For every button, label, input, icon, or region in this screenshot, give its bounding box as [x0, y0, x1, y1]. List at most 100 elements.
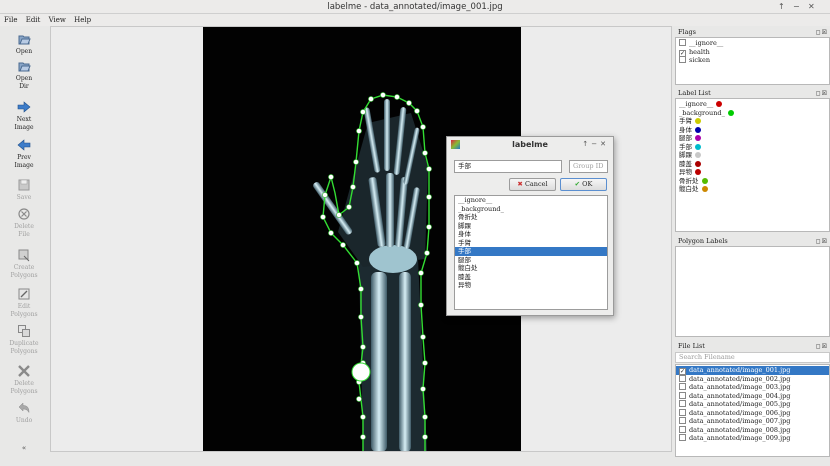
- menu-file[interactable]: File: [4, 14, 17, 26]
- checkbox-icon[interactable]: [679, 400, 686, 407]
- file-list-item[interactable]: data_annotated/image_006.jpg: [676, 408, 829, 418]
- checkbox-icon[interactable]: [679, 408, 686, 416]
- file-list-item[interactable]: data_annotated/image_005.jpg: [676, 400, 829, 409]
- flag-item[interactable]: __ignore__: [676, 39, 829, 48]
- dialog-list-item[interactable]: 异物: [455, 281, 607, 290]
- next-image-button[interactable]: Next Image: [0, 100, 48, 131]
- file-list-item[interactable]: data_annotated/image_004.jpg: [676, 391, 829, 401]
- label-list-item[interactable]: 手部: [676, 143, 829, 152]
- group-id-input[interactable]: Group ID: [569, 160, 608, 173]
- file-list-item[interactable]: data_annotated/image_002.jpg: [676, 374, 829, 384]
- file-list-item[interactable]: data_annotated/image_008.jpg: [676, 425, 829, 435]
- undo-button[interactable]: Undo: [0, 401, 48, 425]
- checkbox-icon[interactable]: [679, 391, 686, 399]
- dialog-list-item[interactable]: 身体: [455, 230, 607, 239]
- label-list-item[interactable]: 膝盖: [676, 160, 829, 169]
- checkbox-icon[interactable]: [679, 425, 686, 433]
- label-list-panel: __ignore__ _background_ 手臂 身体 腿部 手部 脚踝 膝盖 异物 骨折处髋…: [675, 98, 830, 232]
- dialog-list-item[interactable]: _background_: [455, 205, 607, 214]
- label-list-item[interactable]: 身体: [676, 126, 829, 135]
- dialog-list-item[interactable]: __ignore__: [455, 196, 607, 205]
- label-list-item-text: 异物: [679, 168, 692, 176]
- open-dir-button[interactable]: Open Dir: [0, 59, 48, 90]
- label-list-item[interactable]: 髋白处: [676, 185, 829, 194]
- file-list-item[interactable]: data_annotated/image_003.jpg: [676, 383, 829, 392]
- label-list-item[interactable]: _background_: [676, 109, 829, 118]
- cancel-button[interactable]: ✖ Cancel: [509, 178, 556, 191]
- label-list-item-text: 身体: [679, 125, 692, 134]
- label-color-dot-icon: [695, 152, 701, 158]
- dialog-list-item[interactable]: 骨折处: [455, 213, 607, 222]
- file-list-item[interactable]: data_annotated/image_007.jpg: [676, 417, 829, 426]
- label-list-item[interactable]: 手臂: [676, 117, 829, 126]
- delete-file-button[interactable]: Delete File: [0, 207, 48, 238]
- create-polygons-button[interactable]: Create Polygons: [0, 248, 48, 279]
- delete-file-icon: [18, 208, 30, 220]
- checkbox-icon[interactable]: [679, 374, 686, 382]
- edit-polygons-label: Edit Polygons: [10, 303, 38, 318]
- dialog-list-item[interactable]: 手臂: [455, 239, 607, 248]
- undo-label: Undo: [15, 417, 33, 424]
- label-list-title: Label List: [678, 89, 711, 97]
- duplicate-polygons-icon: [18, 325, 30, 337]
- dialog-list-item[interactable]: 髋白处: [455, 264, 607, 273]
- save-button[interactable]: Save: [0, 178, 48, 202]
- dialog-window-controls-icon[interactable]: ↑−✕: [582, 140, 609, 148]
- flag-item[interactable]: ✓ health: [676, 48, 829, 57]
- checkbox-icon[interactable]: [679, 56, 686, 63]
- polygon-labels-title: Polygon Labels: [678, 237, 728, 245]
- label-list-item-text: 腿部: [679, 134, 692, 142]
- label-list-item-text: 手部: [679, 142, 692, 151]
- checkbox-icon[interactable]: [679, 383, 686, 390]
- checkbox-icon[interactable]: [679, 417, 686, 424]
- label-list-item[interactable]: 腿部: [676, 134, 829, 143]
- file-list-item[interactable]: data_annotated/image_009.jpg: [676, 434, 829, 443]
- dock-float-close-icon[interactable]: ◻☒: [816, 342, 828, 352]
- window-titlebar: labelme - data_annotated/image_001.jpg ↑…: [0, 0, 830, 14]
- prev-image-icon: [17, 139, 31, 151]
- dialog-label-list[interactable]: __ignore__ _background_ 骨折处 脚踝 身体 手臂 手部 腿部 髋白处 膝盖…: [454, 195, 608, 310]
- close-icon[interactable]: ✕: [808, 2, 815, 11]
- ok-icon: ✔: [574, 180, 581, 188]
- polygon-labels-header: Polygon Labels ◻☒: [675, 236, 830, 246]
- dialog-list-item[interactable]: 脚踝: [455, 222, 607, 231]
- maximize-icon[interactable]: ↑: [778, 2, 785, 11]
- file-name: data_annotated/image_001.jpg: [689, 366, 791, 374]
- flag-item[interactable]: sicken: [676, 56, 829, 65]
- dialog-list-item[interactable]: 膝盖: [455, 273, 607, 282]
- duplicate-polygons-label: Duplicate Polygons: [9, 340, 39, 355]
- duplicate-polygons-button[interactable]: Duplicate Polygons: [0, 324, 48, 355]
- label-list-item[interactable]: 异物: [676, 168, 829, 177]
- label-list-item[interactable]: 骨折处: [676, 177, 829, 186]
- menu-edit[interactable]: Edit: [26, 14, 41, 26]
- flags-panel: __ignore__ ✓ health sicken: [675, 37, 830, 85]
- label-list-item-text: 脚踝: [679, 151, 692, 159]
- menu-help[interactable]: Help: [74, 14, 91, 26]
- save-icon: [18, 179, 30, 191]
- file-list-search[interactable]: Search Filename: [675, 352, 830, 363]
- toolbar-expand-icon[interactable]: «: [0, 444, 48, 452]
- label-color-dot-icon: [701, 186, 708, 192]
- label-list-item[interactable]: 脚踝: [676, 151, 829, 160]
- ok-button[interactable]: ✔ OK: [560, 178, 607, 191]
- search-filename-input[interactable]: Search Filename: [676, 353, 829, 362]
- menu-view[interactable]: View: [49, 14, 66, 26]
- delete-polygons-button[interactable]: Delete Polygons: [0, 364, 48, 395]
- dialog-list-item[interactable]: 手部: [455, 247, 607, 256]
- edit-polygons-button[interactable]: Edit Polygons: [0, 287, 48, 318]
- dialog-list-item[interactable]: 腿部: [455, 256, 607, 265]
- label-input[interactable]: 手部: [454, 160, 562, 173]
- prev-image-label: Prev Image: [14, 154, 34, 169]
- menubar: File Edit View Help: [0, 14, 830, 26]
- polygon-labels-panel[interactable]: [675, 246, 830, 337]
- cancel-icon: ✖: [517, 180, 523, 188]
- delete-polygons-label: Delete Polygons: [10, 380, 38, 395]
- checkbox-icon[interactable]: [679, 39, 686, 46]
- open-button[interactable]: Open: [0, 32, 48, 56]
- highlighted-vertex[interactable]: [351, 362, 371, 382]
- file-list-item[interactable]: ✓ data_annotated/image_001.jpg: [676, 366, 829, 375]
- label-list-item[interactable]: __ignore__: [676, 100, 829, 109]
- restore-icon[interactable]: −: [793, 2, 800, 11]
- checkbox-icon[interactable]: [679, 434, 686, 441]
- prev-image-button[interactable]: Prev Image: [0, 138, 48, 169]
